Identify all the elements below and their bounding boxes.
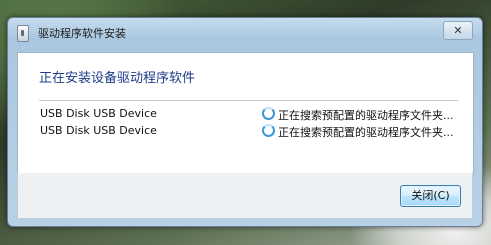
page-title: 正在安装设备驱动程序软件 <box>39 71 196 86</box>
device-name: USB Disk USB Device <box>40 107 157 120</box>
window-title: 驱动程序软件安装 <box>38 27 126 40</box>
driver-install-dialog: 驱动程序软件安装 ✕ 正在安装设备驱动程序软件 USB Disk USB Dev… <box>7 17 483 227</box>
device-status-text: 正在搜索预配置的驱动程序文件夹... <box>278 109 454 122</box>
device-name: USB Disk USB Device <box>40 124 157 137</box>
device-status: 正在搜索预配置的驱动程序文件夹... <box>262 124 454 140</box>
device-row: USB Disk USB Device 正在搜索预配置的驱动程序文件夹... <box>40 124 463 140</box>
window-close-icon[interactable]: ✕ <box>443 21 473 40</box>
busy-spinner-icon <box>262 107 275 120</box>
busy-spinner-icon <box>262 124 275 137</box>
close-button[interactable]: 关闭(C) <box>400 185 461 207</box>
dialog-footer: 关闭(C) <box>17 173 473 219</box>
device-row: USB Disk USB Device 正在搜索预配置的驱动程序文件夹... <box>40 107 463 123</box>
device-status: 正在搜索预配置的驱动程序文件夹... <box>262 107 454 123</box>
device-install-icon <box>17 25 29 42</box>
device-status-text: 正在搜索预配置的驱动程序文件夹... <box>278 126 454 139</box>
title-bar[interactable]: 驱动程序软件安装 ✕ <box>8 18 482 46</box>
divider <box>39 100 458 101</box>
content-panel: 正在安装设备驱动程序软件 USB Disk USB Device 正在搜索预配置… <box>17 52 474 174</box>
